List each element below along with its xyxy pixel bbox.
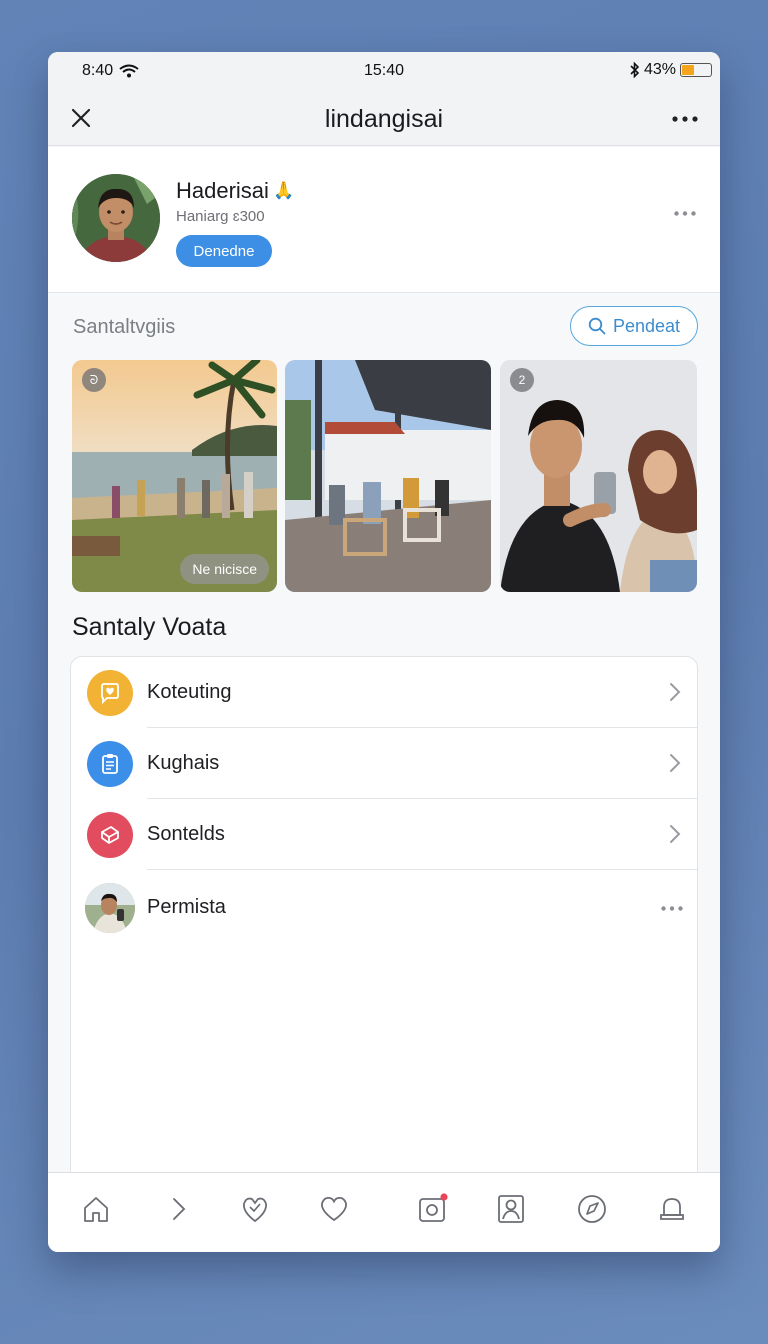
list-item-label: Koteuting xyxy=(147,681,232,703)
search-button[interactable]: Pendeat xyxy=(570,306,698,346)
list-item[interactable]: Koteuting xyxy=(71,657,697,728)
photo-badge: 2 xyxy=(510,368,534,392)
list-item-label: Kughais xyxy=(147,752,220,774)
tab-home[interactable] xyxy=(76,1189,116,1229)
status-time-center: 15:40 xyxy=(363,62,405,79)
profile-action-button[interactable]: Denedne xyxy=(176,235,272,267)
chevron-right-icon xyxy=(173,1198,186,1220)
battery-level xyxy=(682,65,695,75)
profile-name: Haderisai 🙏 xyxy=(176,178,294,204)
more-icon[interactable] xyxy=(661,906,683,911)
home-icon xyxy=(84,1197,108,1222)
more-icon xyxy=(674,210,696,216)
box-icon xyxy=(87,812,133,858)
photo-badge: ᘐ xyxy=(82,368,106,392)
battery-percent: 43% xyxy=(643,61,676,78)
status-bar: 8:40 15:40 43% xyxy=(48,52,720,92)
battery-icon xyxy=(680,63,712,77)
chevron-right-icon xyxy=(670,754,681,772)
tab-notifications[interactable] xyxy=(652,1189,692,1229)
search-label: Pendeat xyxy=(612,315,681,336)
contacts-icon xyxy=(498,1195,524,1223)
nav-bar: lindangisai xyxy=(48,92,720,146)
page-title: lindangisai xyxy=(324,105,444,133)
compass-icon xyxy=(578,1195,606,1223)
list-item-label: Permista xyxy=(147,896,226,918)
profile-emoji: 🙏 xyxy=(272,181,295,200)
settings-list: Koteuting Kughais Sontelds Permista xyxy=(70,656,698,1196)
photo-beach[interactable]: ᘐ Ne nicisce xyxy=(72,360,277,592)
profile-more-button[interactable] xyxy=(670,201,700,225)
gallery-section-label: Santaltvgiis xyxy=(73,316,176,338)
profile-name-text: Haderisai xyxy=(176,178,269,203)
notification-dot xyxy=(440,1193,448,1201)
camera-icon xyxy=(419,1193,448,1222)
avatar xyxy=(85,883,135,933)
heart-icon xyxy=(321,1196,347,1222)
profile-subtitle: Haniarg ɛ300 xyxy=(176,208,265,225)
heart-hand-icon xyxy=(243,1197,267,1223)
profile-header: Haderisai 🙏 Haniarg ɛ300 Denedne xyxy=(48,147,720,293)
list-item[interactable]: Kughais xyxy=(71,728,697,799)
photo-couple[interactable]: 2 xyxy=(500,360,697,592)
tab-explore[interactable] xyxy=(572,1189,612,1229)
photo-terrace[interactable] xyxy=(285,360,491,592)
document-icon xyxy=(87,741,133,787)
more-icon xyxy=(672,116,698,122)
photo-chip[interactable]: Ne nicisce xyxy=(180,554,269,584)
tab-forward[interactable] xyxy=(158,1189,198,1229)
list-section-title: Santaly Voata xyxy=(72,613,227,641)
list-item-label: Sontelds xyxy=(147,823,225,845)
more-button[interactable] xyxy=(668,104,702,134)
divider xyxy=(147,869,697,870)
tab-likes[interactable] xyxy=(314,1189,354,1229)
heart-chat-icon xyxy=(87,670,133,716)
list-item[interactable]: Permista xyxy=(71,872,697,943)
tab-care[interactable] xyxy=(235,1189,275,1229)
chevron-right-icon xyxy=(670,825,681,843)
list-item[interactable]: Sontelds xyxy=(71,799,697,870)
bluetooth-icon xyxy=(630,62,640,78)
chevron-right-icon xyxy=(670,683,681,701)
tab-contacts[interactable] xyxy=(491,1189,531,1229)
tab-camera[interactable] xyxy=(412,1189,452,1229)
avatar[interactable] xyxy=(72,174,160,262)
tab-bar xyxy=(48,1172,720,1252)
search-icon xyxy=(588,317,606,335)
phone-screen: 8:40 15:40 43% lindangisai Haderisai 🙏 H… xyxy=(48,52,720,1252)
bell-icon xyxy=(660,1198,684,1220)
